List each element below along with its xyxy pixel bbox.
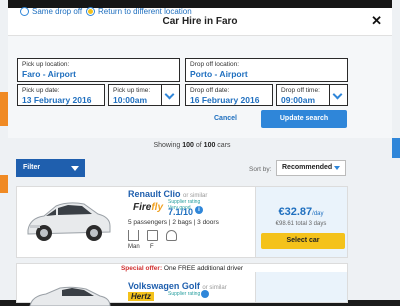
background-accent (0, 92, 8, 126)
dropoff-location-field[interactable]: Drop off location: Porto - Airport (185, 58, 348, 82)
same-drop-off-option[interactable]: Same drop off (20, 7, 82, 16)
car-name-text: Volkswagen Golf (128, 281, 200, 291)
pickup-location-field[interactable]: Pick up location: Faro - Airport (17, 58, 180, 82)
different-drop-off-label: Return to different location (98, 7, 192, 16)
sort-select[interactable]: Recommended (276, 160, 346, 176)
supplier-text-a: Fire (133, 202, 152, 213)
pickup-time-value: 10:00am (113, 95, 148, 105)
supplier-rating-value: 7.1/10 (168, 207, 194, 217)
pickup-time-label: Pick up time: (113, 87, 151, 94)
gearbox-icon (128, 230, 139, 241)
select-car-button[interactable]: Select car (261, 233, 345, 249)
dropoff-location-label: Drop off location: (190, 61, 240, 68)
background-accent (0, 175, 8, 193)
car-name[interactable]: Volkswagen Golf or similar (128, 281, 227, 291)
car-name[interactable]: Renault Clio or similar (128, 189, 207, 199)
pickup-date-label: Pick up date: (22, 87, 60, 94)
car-specs: 5 passengers | 2 bags | 3 doors (128, 219, 219, 226)
car-name-text: Renault Clio (128, 189, 181, 199)
dropoff-date-field[interactable]: Drop off date: 16 February 2016 (185, 84, 273, 106)
price-panel (255, 272, 347, 302)
sort-value: Recommended (282, 164, 333, 171)
pickup-time-field[interactable]: Pick up time: 10:00am (108, 84, 162, 106)
special-offer-banner: Special offer: One FREE additional drive… (16, 265, 348, 272)
different-drop-off-option[interactable]: Return to different location (86, 7, 192, 16)
supplier-text-b: fly (151, 202, 164, 213)
total-count: 100 (203, 142, 216, 149)
sort-label: Sort by: (249, 166, 272, 173)
of-text: of (193, 142, 204, 149)
fuel-icon (147, 230, 158, 241)
offer-text: One FREE additional driver (162, 265, 244, 272)
dropoff-time-field[interactable]: Drop off time: 09:00am (276, 84, 330, 106)
info-icon[interactable] (201, 290, 209, 298)
pickup-date-value: 13 February 2016 (22, 95, 92, 105)
price-per-day: €32.87/day (255, 206, 347, 218)
caret-down-icon (71, 166, 79, 171)
supplier-rating-label: Supplier rating (168, 291, 201, 297)
dropoff-date-value: 16 February 2016 (190, 95, 260, 105)
filter-button[interactable]: Filter (16, 159, 85, 177)
chevron-down-icon (332, 89, 343, 100)
dropoff-location-value: Porto - Airport (190, 69, 248, 79)
background-page-left (0, 0, 8, 300)
price-total: €98.61 total 3 days (275, 221, 327, 227)
chevron-down-icon (164, 89, 175, 100)
offer-prefix: Special offer: (120, 265, 163, 272)
cancel-button[interactable]: Cancel (214, 115, 237, 122)
dropoff-time-label: Drop off time: (281, 87, 320, 94)
dropoff-time-dropdown[interactable] (330, 84, 348, 106)
pickup-location-label: Pick up location: (22, 61, 70, 68)
caret-down-icon (334, 166, 340, 170)
supplier-logo-firefly: Firefly (133, 202, 163, 213)
shown-count: 100 (182, 142, 194, 149)
dropoff-time-value: 09:00am (281, 95, 316, 105)
car-image (29, 286, 111, 306)
driver-icon (166, 230, 177, 241)
close-icon[interactable]: ✕ (371, 13, 382, 29)
pickup-date-field[interactable]: Pick up date: 13 February 2016 (17, 84, 105, 106)
fuel-label: F (150, 244, 154, 250)
update-search-button[interactable]: Update search (261, 110, 347, 128)
per-day-label: /day (312, 211, 324, 217)
info-icon[interactable]: i (195, 206, 203, 214)
showing-prefix: Showing (153, 142, 183, 149)
transmission-label: Man (128, 244, 140, 250)
same-drop-off-label: Same drop off (32, 7, 83, 16)
results-suffix: cars (215, 142, 231, 149)
modal-title: Car Hire in Faro (162, 16, 238, 27)
car-image (27, 202, 111, 241)
price-value: €32.87 (278, 206, 313, 218)
car-feature-icons (128, 230, 177, 241)
results-count: Showing 100 of 100 cars (0, 142, 384, 149)
pickup-time-dropdown[interactable] (162, 84, 180, 106)
radio-icon[interactable] (20, 7, 29, 16)
dropoff-date-label: Drop off date: (190, 87, 230, 94)
pickup-location-value: Faro - Airport (22, 69, 76, 79)
background-accent (392, 138, 400, 158)
filter-label: Filter (23, 164, 41, 171)
radio-selected-icon[interactable] (86, 7, 95, 16)
